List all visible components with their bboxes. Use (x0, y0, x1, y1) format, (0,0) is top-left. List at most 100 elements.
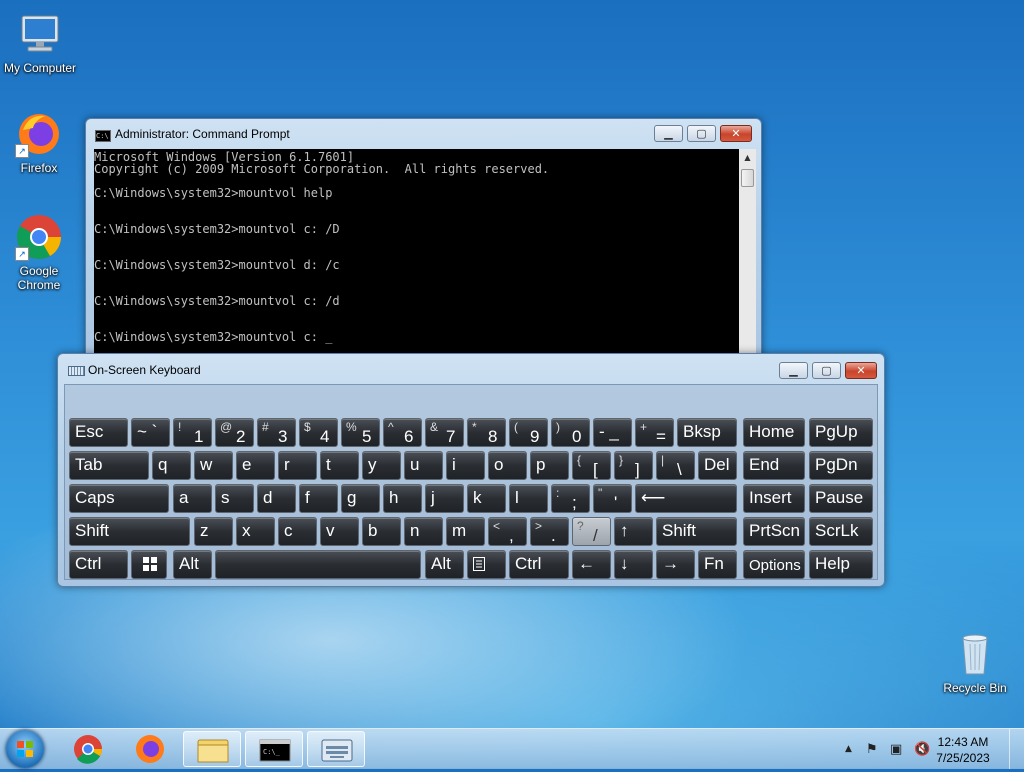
key-m[interactable]: m (446, 517, 485, 546)
key-h[interactable]: h (383, 484, 422, 513)
scroll-up-icon[interactable]: ▲ (739, 149, 756, 166)
key-e[interactable]: e (236, 451, 275, 480)
maximize-button[interactable]: ▢ (812, 362, 841, 379)
key-fn[interactable]: Fn (698, 550, 737, 579)
key-down-arrow[interactable]: ↓ (614, 550, 653, 579)
start-button[interactable] (6, 730, 44, 768)
osk-window[interactable]: On-Screen Keyboard ▁ ▢ ✕ Esc ~ `! 1 @2 #3 $4%… (57, 353, 885, 587)
key-left-arrow[interactable]: ← (572, 550, 611, 579)
key-k[interactable]: k (467, 484, 506, 513)
key-q[interactable]: q (152, 451, 191, 480)
key-windows[interactable] (131, 550, 167, 579)
key-9[interactable]: (9 (509, 418, 548, 447)
close-button[interactable]: ✕ (845, 362, 877, 379)
key-i[interactable]: i (446, 451, 485, 480)
key-pgdn[interactable]: PgDn (809, 451, 873, 480)
show-desktop-button[interactable] (1009, 729, 1024, 769)
key-prtscn[interactable]: PrtScn (743, 517, 805, 546)
console-output[interactable]: Microsoft Windows [Version 6.1.7601] Copy… (94, 149, 739, 359)
key-v[interactable]: v (320, 517, 359, 546)
key-f[interactable]: f (299, 484, 338, 513)
key-ctrl[interactable]: Ctrl (509, 550, 569, 579)
cmd-window[interactable]: C:\ Administrator: Command Prompt ▁ ▢ ✕ … (85, 118, 762, 370)
minimize-button[interactable]: ▁ (779, 362, 808, 379)
network-icon[interactable]: ▣ (890, 742, 902, 757)
key-2[interactable]: @2 (215, 418, 254, 447)
taskbar-clock[interactable]: 12:43 AM 7/25/2023 (928, 734, 998, 766)
action-center-icon[interactable]: ⚑ (866, 742, 878, 757)
key-minus[interactable]: - _ (593, 418, 632, 447)
osk-titlebar[interactable]: On-Screen Keyboard ▁ ▢ ✕ (58, 354, 884, 384)
key-end[interactable]: End (743, 451, 805, 480)
key-shift[interactable]: Shift (656, 517, 737, 546)
key-c[interactable]: c (278, 517, 317, 546)
maximize-button[interactable]: ▢ (687, 125, 716, 142)
key-alt[interactable]: Alt (425, 550, 464, 579)
key-home[interactable]: Home (743, 418, 805, 447)
key-5[interactable]: % 5 (341, 418, 380, 447)
key-6[interactable]: ^ 6 (383, 418, 422, 447)
minimize-button[interactable]: ▁ (654, 125, 683, 142)
key-y[interactable]: y (362, 451, 401, 480)
key-scrlk[interactable]: ScrLk (809, 517, 873, 546)
key-menu[interactable] (467, 550, 506, 579)
key-symbol[interactable]: | \ (656, 451, 695, 480)
key-help[interactable]: Help (809, 550, 873, 579)
key-enter[interactable]: ⟵ (635, 484, 737, 513)
key-shift[interactable]: Shift (69, 517, 190, 546)
key-bksp[interactable]: Bksp (677, 418, 737, 447)
key-l[interactable]: l (509, 484, 548, 513)
key-space[interactable] (215, 550, 421, 579)
key-4[interactable]: $4 (299, 418, 338, 447)
tray-expand-icon[interactable]: ▲ (845, 744, 852, 754)
key-s[interactable]: s (215, 484, 254, 513)
desktop-icon-google-chrome[interactable]: ↗ Google Chrome (0, 213, 79, 292)
key-symbol[interactable]: }] (614, 451, 653, 480)
key-alt[interactable]: Alt (173, 550, 212, 579)
key-b[interactable]: b (362, 517, 401, 546)
key-symbol[interactable]: <, (488, 517, 527, 546)
scroll-thumb[interactable] (741, 169, 754, 187)
key-tab[interactable]: Tab (69, 451, 149, 480)
key-d[interactable]: d (257, 484, 296, 513)
close-button[interactable]: ✕ (720, 125, 752, 142)
key-caps[interactable]: Caps (69, 484, 169, 513)
key-symbol[interactable]: + = (635, 418, 674, 447)
key-u[interactable]: u (404, 451, 443, 480)
console-scrollbar[interactable]: ▲ (739, 149, 756, 359)
key-z[interactable]: z (194, 517, 233, 546)
desktop-icon-firefox[interactable]: ↗ Firefox (0, 110, 79, 175)
key-n[interactable]: n (404, 517, 443, 546)
key-symbol[interactable]: ? / (572, 517, 611, 546)
key-3[interactable]: #3 (257, 418, 296, 447)
key-symbol[interactable]: " ' (593, 484, 632, 513)
key-t[interactable]: t (320, 451, 359, 480)
key-ctrl[interactable]: Ctrl (69, 550, 128, 579)
desktop-icon-my-computer[interactable]: My Computer (0, 10, 80, 75)
key-g[interactable]: g (341, 484, 380, 513)
taskbar-explorer[interactable] (183, 731, 241, 767)
taskbar-osk[interactable] (307, 731, 365, 767)
key-8[interactable]: * 8 (467, 418, 506, 447)
key-a[interactable]: a (173, 484, 212, 513)
key-symbol[interactable]: {[ (572, 451, 611, 480)
key-esc[interactable]: Esc (69, 418, 128, 447)
key-symbol[interactable]: :; (551, 484, 590, 513)
key-1[interactable]: ! 1 (173, 418, 212, 447)
key-up-arrow[interactable]: ↑ (614, 517, 653, 546)
key-options[interactable]: Options (743, 550, 805, 579)
key-insert[interactable]: Insert (743, 484, 805, 513)
key-symbol[interactable]: >. (530, 517, 569, 546)
taskbar-cmd[interactable]: C:\_ (245, 731, 303, 767)
cmd-titlebar[interactable]: C:\ Administrator: Command Prompt ▁ ▢ ✕ (86, 119, 761, 149)
key-x[interactable]: x (236, 517, 275, 546)
key-del[interactable]: Del (698, 451, 737, 480)
key-w[interactable]: w (194, 451, 233, 480)
key-tilde[interactable]: ~ ` (131, 418, 170, 447)
key-pause[interactable]: Pause (809, 484, 873, 513)
key-7[interactable]: & 7 (425, 418, 464, 447)
key-right-arrow[interactable]: → (656, 550, 695, 579)
key-o[interactable]: o (488, 451, 527, 480)
taskbar-chrome[interactable] (59, 731, 117, 767)
desktop-icon-recycle-bin[interactable]: Recycle Bin (935, 630, 1015, 695)
